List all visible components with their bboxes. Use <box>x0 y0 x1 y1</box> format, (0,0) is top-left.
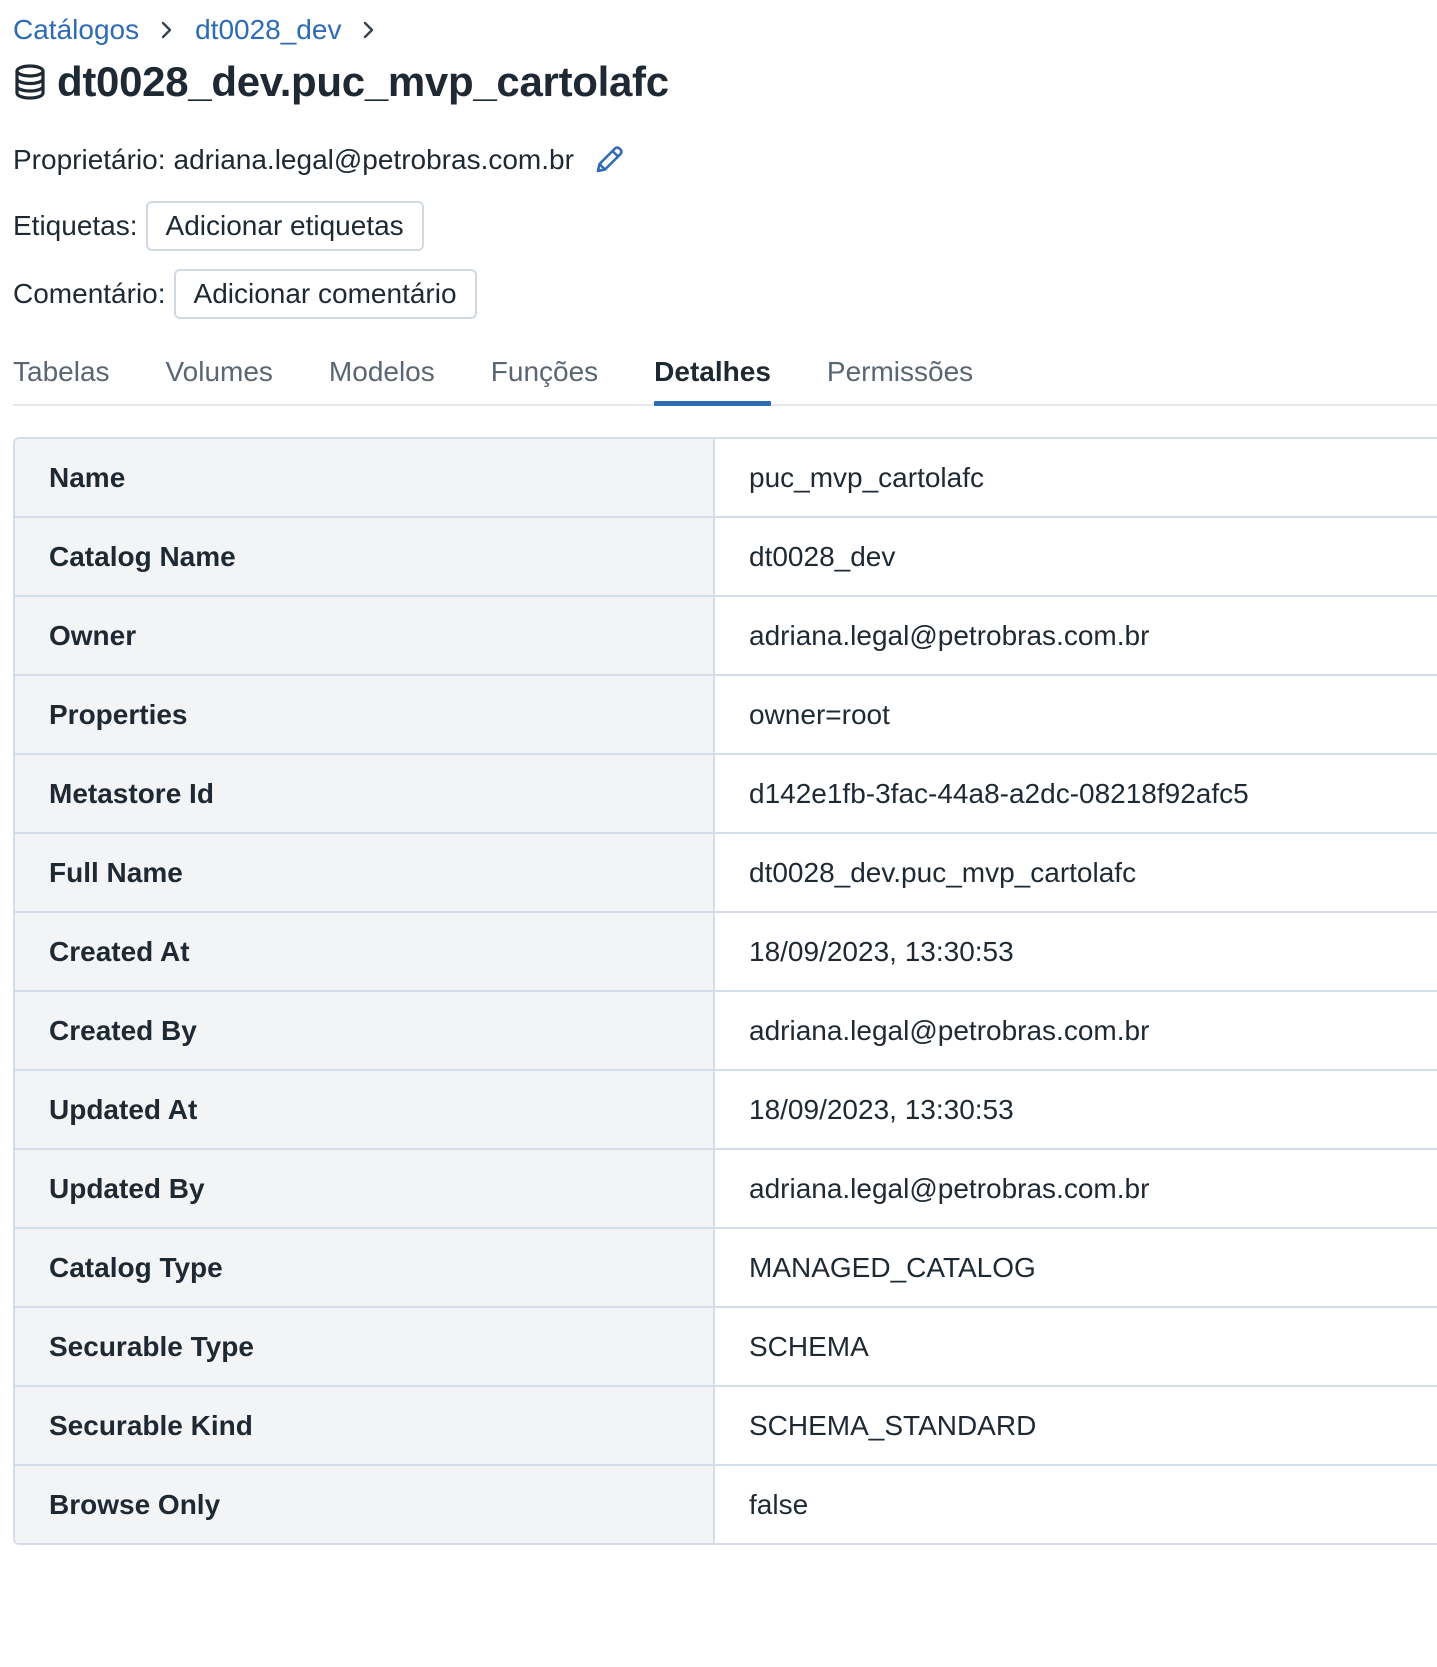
detail-key: Properties <box>15 676 715 753</box>
detail-key: Updated At <box>15 1071 715 1148</box>
tab-functions[interactable]: Funções <box>491 344 598 404</box>
detail-value: owner=root <box>715 676 1437 753</box>
detail-value: SCHEMA_STANDARD <box>715 1387 1437 1464</box>
table-row: Updated At 18/09/2023, 13:30:53 <box>15 1071 1437 1150</box>
table-row: Metastore Id d142e1fb-3fac-44a8-a2dc-082… <box>15 755 1437 834</box>
breadcrumb-catalog-link[interactable]: dt0028_dev <box>195 14 341 46</box>
chevron-right-icon <box>161 21 173 39</box>
owner-row: Proprietário: adriana.legal@petrobras.co… <box>13 140 626 180</box>
tags-row: Etiquetas: Adicionar etiquetas <box>13 200 424 252</box>
detail-key: Name <box>15 439 715 516</box>
database-icon <box>13 64 47 100</box>
add-comment-button[interactable]: Adicionar comentário <box>173 269 477 319</box>
table-row: Securable Kind SCHEMA_STANDARD <box>15 1387 1437 1466</box>
table-row: Updated By adriana.legal@petrobras.com.b… <box>15 1150 1437 1229</box>
table-row: Catalog Type MANAGED_CATALOG <box>15 1229 1437 1308</box>
detail-value: adriana.legal@petrobras.com.br <box>715 992 1437 1069</box>
tab-models[interactable]: Modelos <box>329 344 435 404</box>
detail-key: Created By <box>15 992 715 1069</box>
breadcrumb: Catálogos dt0028_dev <box>13 10 397 50</box>
detail-value: SCHEMA <box>715 1308 1437 1385</box>
detail-value: MANAGED_CATALOG <box>715 1229 1437 1306</box>
detail-key: Browse Only <box>15 1466 715 1543</box>
pencil-icon[interactable] <box>592 143 626 177</box>
add-tags-button[interactable]: Adicionar etiquetas <box>145 201 424 251</box>
detail-key: Created At <box>15 913 715 990</box>
detail-value: 18/09/2023, 13:30:53 <box>715 1071 1437 1148</box>
detail-key: Securable Type <box>15 1308 715 1385</box>
tab-permissions[interactable]: Permissões <box>827 344 973 404</box>
table-row: Created By adriana.legal@petrobras.com.b… <box>15 992 1437 1071</box>
comment-row: Comentário: Adicionar comentário <box>13 268 477 320</box>
table-row: Owner adriana.legal@petrobras.com.br <box>15 597 1437 676</box>
tab-tables[interactable]: Tabelas <box>13 344 110 404</box>
tags-label: Etiquetas: <box>13 210 138 241</box>
chevron-right-icon <box>363 21 375 39</box>
table-row: Securable Type SCHEMA <box>15 1308 1437 1387</box>
table-row: Name puc_mvp_cartolafc <box>15 439 1437 518</box>
detail-key: Catalog Name <box>15 518 715 595</box>
detail-key: Catalog Type <box>15 1229 715 1306</box>
table-row: Browse Only false <box>15 1466 1437 1543</box>
detail-value: d142e1fb-3fac-44a8-a2dc-08218f92afc5 <box>715 755 1437 832</box>
detail-key: Owner <box>15 597 715 674</box>
owner-value: adriana.legal@petrobras.com.br <box>173 144 574 175</box>
tab-details[interactable]: Detalhes <box>654 344 771 406</box>
detail-value: puc_mvp_cartolafc <box>715 439 1437 516</box>
comment-label: Comentário: <box>13 278 166 309</box>
detail-key: Metastore Id <box>15 755 715 832</box>
page-title: dt0028_dev.puc_mvp_cartolafc <box>57 58 669 105</box>
detail-value: dt0028_dev <box>715 518 1437 595</box>
owner-label: Proprietário: <box>13 144 166 175</box>
detail-value: adriana.legal@petrobras.com.br <box>715 597 1437 674</box>
page-header: dt0028_dev.puc_mvp_cartolafc <box>13 54 669 110</box>
tab-volumes[interactable]: Volumes <box>166 344 273 404</box>
detail-key: Securable Kind <box>15 1387 715 1464</box>
detail-value: false <box>715 1466 1437 1543</box>
table-row: Properties owner=root <box>15 676 1437 755</box>
table-row: Catalog Name dt0028_dev <box>15 518 1437 597</box>
table-row: Full Name dt0028_dev.puc_mvp_cartolafc <box>15 834 1437 913</box>
breadcrumb-catalogs-link[interactable]: Catálogos <box>13 14 139 46</box>
table-row: Created At 18/09/2023, 13:30:53 <box>15 913 1437 992</box>
detail-key: Updated By <box>15 1150 715 1227</box>
detail-key: Full Name <box>15 834 715 911</box>
detail-value: dt0028_dev.puc_mvp_cartolafc <box>715 834 1437 911</box>
detail-value: 18/09/2023, 13:30:53 <box>715 913 1437 990</box>
detail-value: adriana.legal@petrobras.com.br <box>715 1150 1437 1227</box>
tab-bar: Tabelas Volumes Modelos Funções Detalhes… <box>13 344 1437 406</box>
details-table: Name puc_mvp_cartolafc Catalog Name dt00… <box>13 437 1437 1545</box>
